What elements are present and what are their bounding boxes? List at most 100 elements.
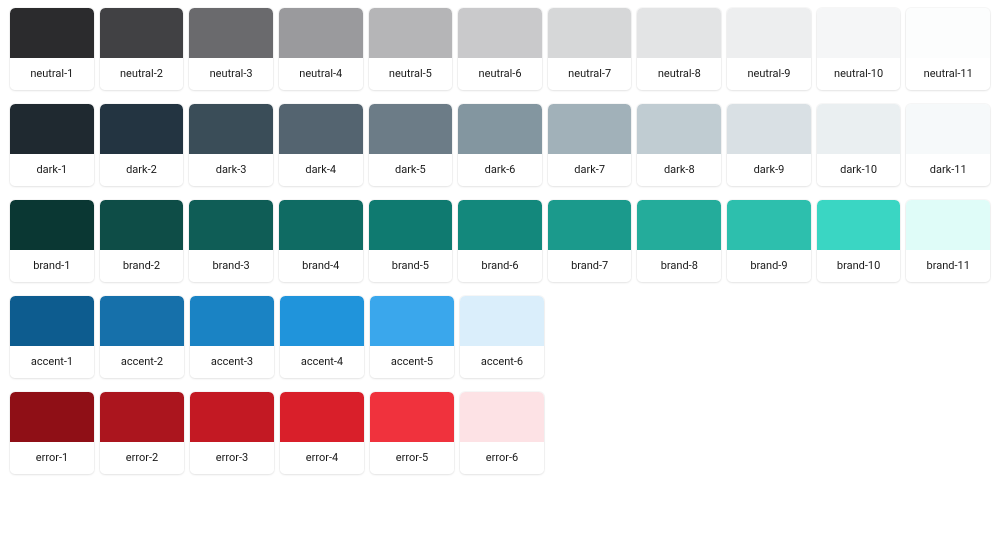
swatch-label: brand-10: [817, 250, 901, 282]
swatch-label: neutral-11: [906, 58, 990, 90]
swatch-color: [280, 296, 364, 346]
swatch-label: dark-2: [100, 154, 184, 186]
swatch-color: [279, 200, 363, 250]
swatch-card: dark-1: [10, 104, 94, 186]
swatch-label: neutral-10: [817, 58, 901, 90]
swatch-card: error-6: [460, 392, 544, 474]
swatch-color: [10, 296, 94, 346]
swatch-label: brand-8: [637, 250, 721, 282]
swatch-color: [190, 296, 274, 346]
swatch-card: accent-6: [460, 296, 544, 378]
swatch-label: dark-9: [727, 154, 811, 186]
swatch-label: dark-11: [906, 154, 990, 186]
swatch-color: [458, 200, 542, 250]
swatch-color: [10, 200, 94, 250]
swatch-card: error-3: [190, 392, 274, 474]
swatch-label: neutral-9: [727, 58, 811, 90]
swatch-card: dark-9: [727, 104, 811, 186]
swatch-card: accent-1: [10, 296, 94, 378]
swatch-color: [280, 392, 364, 442]
swatch-color: [370, 296, 454, 346]
swatch-card: brand-7: [548, 200, 632, 282]
swatch-label: error-1: [10, 442, 94, 474]
swatch-card: brand-8: [637, 200, 721, 282]
swatch-color: [460, 296, 544, 346]
palette-row-neutral: neutral-1neutral-2neutral-3neutral-4neut…: [10, 8, 990, 90]
swatch-label: neutral-6: [458, 58, 542, 90]
swatch-color: [100, 104, 184, 154]
swatch-card: brand-2: [100, 200, 184, 282]
swatch-color: [279, 104, 363, 154]
swatch-color: [369, 104, 453, 154]
swatch-card: dark-2: [100, 104, 184, 186]
swatch-color: [906, 8, 990, 58]
swatch-card: dark-8: [637, 104, 721, 186]
swatch-color: [369, 200, 453, 250]
swatch-color: [100, 296, 184, 346]
swatch-color: [906, 104, 990, 154]
swatch-card: neutral-9: [727, 8, 811, 90]
swatch-color: [637, 200, 721, 250]
swatch-label: error-3: [190, 442, 274, 474]
swatch-label: neutral-5: [369, 58, 453, 90]
swatch-card: neutral-11: [906, 8, 990, 90]
swatch-label: dark-7: [548, 154, 632, 186]
swatch-label: accent-4: [280, 346, 364, 378]
swatch-color: [817, 200, 901, 250]
swatch-color: [10, 392, 94, 442]
swatch-label: dark-10: [817, 154, 901, 186]
swatch-card: error-1: [10, 392, 94, 474]
swatch-label: brand-6: [458, 250, 542, 282]
swatch-label: error-5: [370, 442, 454, 474]
swatch-card: accent-3: [190, 296, 274, 378]
swatch-label: neutral-1: [10, 58, 94, 90]
swatch-label: error-2: [100, 442, 184, 474]
palette-container: neutral-1neutral-2neutral-3neutral-4neut…: [10, 8, 990, 474]
swatch-label: dark-6: [458, 154, 542, 186]
swatch-card: accent-5: [370, 296, 454, 378]
palette-row-dark: dark-1dark-2dark-3dark-4dark-5dark-6dark…: [10, 104, 990, 186]
swatch-label: accent-3: [190, 346, 274, 378]
swatch-color: [817, 104, 901, 154]
swatch-label: dark-1: [10, 154, 94, 186]
swatch-card: error-2: [100, 392, 184, 474]
swatch-label: brand-1: [10, 250, 94, 282]
swatch-label: brand-2: [100, 250, 184, 282]
swatch-card: neutral-7: [548, 8, 632, 90]
swatch-color: [548, 8, 632, 58]
swatch-card: dark-4: [279, 104, 363, 186]
swatch-card: error-4: [280, 392, 364, 474]
swatch-label: brand-7: [548, 250, 632, 282]
swatch-color: [100, 8, 184, 58]
swatch-card: dark-3: [189, 104, 273, 186]
swatch-card: neutral-2: [100, 8, 184, 90]
swatch-card: brand-3: [189, 200, 273, 282]
swatch-card: dark-10: [817, 104, 901, 186]
swatch-color: [460, 392, 544, 442]
swatch-label: neutral-3: [189, 58, 273, 90]
swatch-label: brand-3: [189, 250, 273, 282]
swatch-color: [189, 200, 273, 250]
swatch-label: dark-5: [369, 154, 453, 186]
swatch-label: accent-6: [460, 346, 544, 378]
swatch-color: [10, 104, 94, 154]
swatch-label: neutral-8: [637, 58, 721, 90]
swatch-label: dark-8: [637, 154, 721, 186]
swatch-card: brand-10: [817, 200, 901, 282]
swatch-card: neutral-5: [369, 8, 453, 90]
swatch-card: neutral-10: [817, 8, 901, 90]
swatch-card: brand-4: [279, 200, 363, 282]
swatch-card: brand-11: [906, 200, 990, 282]
swatch-label: neutral-7: [548, 58, 632, 90]
swatch-card: neutral-3: [189, 8, 273, 90]
swatch-card: neutral-8: [637, 8, 721, 90]
swatch-color: [817, 8, 901, 58]
swatch-card: brand-9: [727, 200, 811, 282]
swatch-label: error-6: [460, 442, 544, 474]
palette-row-error: error-1error-2error-3error-4error-5error…: [10, 392, 990, 474]
swatch-color: [458, 8, 542, 58]
swatch-label: brand-4: [279, 250, 363, 282]
swatch-color: [727, 200, 811, 250]
swatch-label: brand-11: [906, 250, 990, 282]
swatch-label: neutral-4: [279, 58, 363, 90]
